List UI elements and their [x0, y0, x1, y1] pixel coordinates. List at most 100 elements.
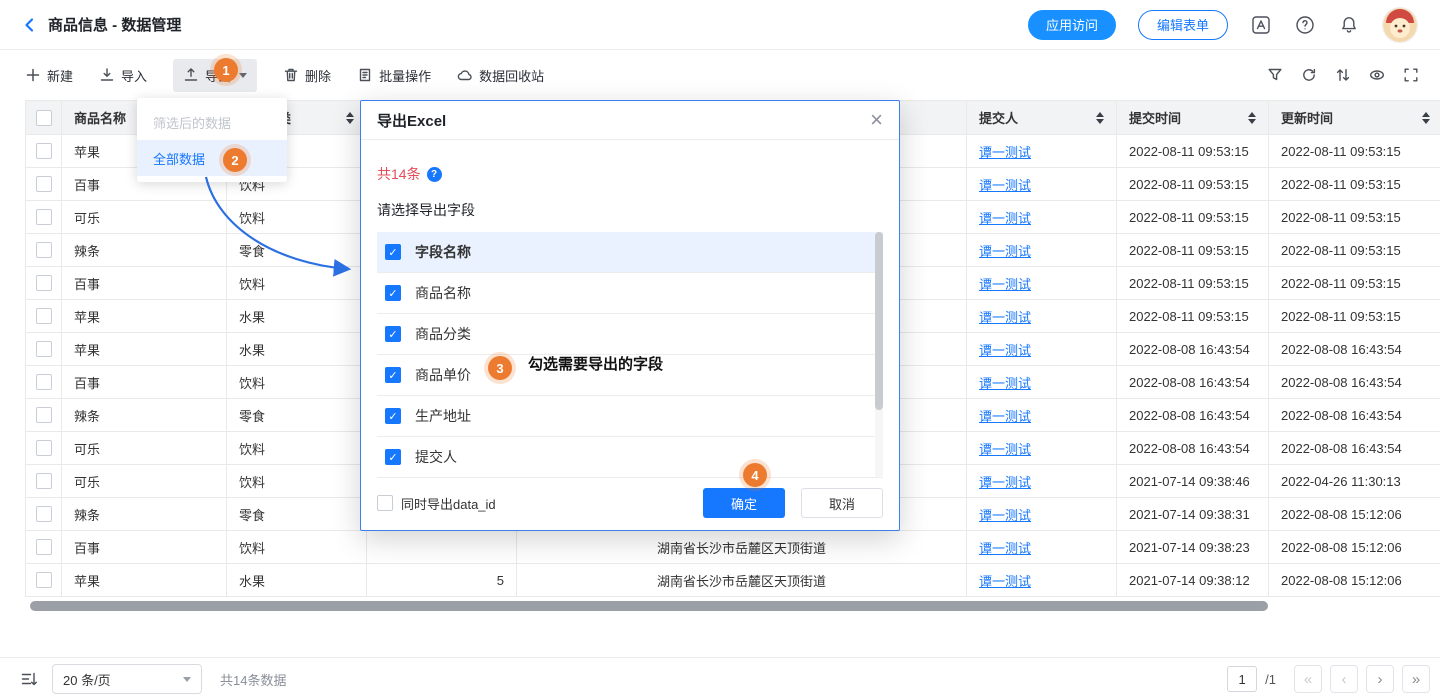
cell-update-time: 2022-08-08 16:43:54	[1269, 366, 1440, 399]
first-page-button[interactable]: «	[1294, 665, 1322, 693]
row-checkbox[interactable]	[36, 176, 52, 192]
new-button[interactable]: 新建	[25, 66, 73, 85]
user-avatar[interactable]	[1382, 7, 1418, 43]
row-checkbox[interactable]	[36, 308, 52, 324]
submitter-link[interactable]: 谭一测试	[979, 307, 1031, 326]
confirm-button[interactable]: 确定	[703, 488, 785, 518]
sort-icon[interactable]	[1414, 112, 1430, 124]
row-checkbox[interactable]	[36, 242, 52, 258]
edit-form-button[interactable]: 编辑表单	[1138, 10, 1228, 40]
checkbox-checked-icon[interactable]: ✓	[385, 285, 401, 301]
translate-icon[interactable]	[1250, 14, 1272, 36]
field-row[interactable]: ✓提交人	[377, 437, 883, 478]
eye-icon[interactable]	[1368, 66, 1386, 84]
help-circle-icon[interactable]: ?	[427, 167, 442, 182]
row-checkbox[interactable]	[36, 506, 52, 522]
row-checkbox[interactable]	[36, 275, 52, 291]
batch-operation-button[interactable]: 批量操作	[357, 66, 431, 85]
field-row[interactable]: ✓字段名称	[377, 232, 883, 273]
column-header-5[interactable]: 提交人	[967, 101, 1117, 135]
help-icon[interactable]	[1294, 14, 1316, 36]
sort-icon[interactable]	[1240, 112, 1256, 124]
row-checkbox-cell	[26, 564, 62, 597]
page-size-select[interactable]: 20 条/页	[52, 664, 202, 694]
import-label: 导入	[121, 66, 147, 85]
submitter-link[interactable]: 谭一测试	[979, 142, 1031, 161]
submitter-link[interactable]: 谭一测试	[979, 472, 1031, 491]
row-checkbox[interactable]	[36, 407, 52, 423]
submitter-link[interactable]: 谭一测试	[979, 340, 1031, 359]
submitter-link[interactable]: 谭一测试	[979, 241, 1031, 260]
submitter-link[interactable]: 谭一测试	[979, 538, 1031, 557]
app-access-button[interactable]: 应用访问	[1028, 10, 1116, 40]
batch-label: 批量操作	[379, 66, 431, 85]
submitter-link[interactable]: 谭一测试	[979, 274, 1031, 293]
import-button[interactable]: 导入	[99, 66, 147, 85]
cell-submitter: 谭一测试	[967, 201, 1117, 234]
row-checkbox[interactable]	[36, 572, 52, 588]
notification-bell-icon[interactable]	[1338, 14, 1360, 36]
row-checkbox[interactable]	[36, 341, 52, 357]
last-page-button[interactable]: »	[1402, 665, 1430, 693]
cell-submitter: 谭一测试	[967, 498, 1117, 531]
row-checkbox[interactable]	[36, 539, 52, 555]
export-modal: 导出Excel × 共14条 ? 请选择导出字段 ✓字段名称✓商品名称✓商品分类…	[360, 100, 900, 531]
cell-name: 辣条	[62, 234, 227, 267]
modal-scrollbar[interactable]	[875, 232, 883, 478]
sort-icon[interactable]	[338, 112, 354, 124]
toolbar-left: 新建 导入 导出 删除 批量操作 数据回收站	[25, 59, 544, 92]
horizontal-scrollbar[interactable]	[25, 601, 1415, 611]
submitter-link[interactable]: 谭一测试	[979, 373, 1031, 392]
close-icon[interactable]: ×	[870, 109, 883, 131]
submitter-link[interactable]: 谭一测试	[979, 175, 1031, 194]
chevron-down-icon	[183, 677, 191, 682]
row-checkbox-cell	[26, 201, 62, 234]
row-checkbox[interactable]	[36, 143, 52, 159]
sort-icon[interactable]	[1088, 112, 1104, 124]
checkbox-checked-icon[interactable]: ✓	[385, 408, 401, 424]
data-id-checkbox[interactable]	[377, 495, 393, 511]
cell-submitter: 谭一测试	[967, 267, 1117, 300]
submitter-link[interactable]: 谭一测试	[979, 208, 1031, 227]
column-header-6[interactable]: 提交时间	[1117, 101, 1269, 135]
cell-update-time: 2022-08-11 09:53:15	[1269, 168, 1440, 201]
sort-updown-icon[interactable]	[1334, 66, 1352, 84]
checkbox-checked-icon[interactable]: ✓	[385, 449, 401, 465]
select-all-checkbox[interactable]	[36, 110, 52, 126]
prev-page-button[interactable]: ‹	[1330, 665, 1358, 693]
fullscreen-icon[interactable]	[1402, 66, 1420, 84]
delete-button[interactable]: 删除	[283, 66, 331, 85]
row-checkbox[interactable]	[36, 209, 52, 225]
modal-header: 导出Excel ×	[361, 101, 899, 140]
back-button[interactable]	[22, 17, 38, 33]
export-menu-item-1[interactable]: 筛选后的数据	[137, 104, 287, 140]
horizontal-scrollbar-thumb[interactable]	[30, 601, 1268, 611]
next-page-button[interactable]: ›	[1366, 665, 1394, 693]
row-checkbox[interactable]	[36, 374, 52, 390]
field-row[interactable]: ✓商品名称	[377, 273, 883, 314]
checkbox-checked-icon[interactable]: ✓	[385, 244, 401, 260]
filter-icon[interactable]	[1266, 66, 1284, 84]
cell-update-time: 2022-08-11 09:53:15	[1269, 300, 1440, 333]
submitter-link[interactable]: 谭一测试	[979, 505, 1031, 524]
recycle-bin-button[interactable]: 数据回收站	[457, 66, 544, 85]
field-row[interactable]: ✓生产地址	[377, 396, 883, 437]
step-badge-3: 3	[488, 356, 512, 380]
checkbox-checked-icon[interactable]: ✓	[385, 326, 401, 342]
cell-submitter: 谭一测试	[967, 333, 1117, 366]
refresh-icon[interactable]	[1300, 66, 1318, 84]
checkbox-checked-icon[interactable]: ✓	[385, 367, 401, 383]
submitter-link[interactable]: 谭一测试	[979, 406, 1031, 425]
row-checkbox[interactable]	[36, 473, 52, 489]
submitter-link[interactable]: 谭一测试	[979, 439, 1031, 458]
export-menu-item-2[interactable]: 全部数据	[137, 140, 287, 176]
page-input[interactable]	[1227, 666, 1257, 692]
modal-scrollbar-thumb[interactable]	[875, 232, 883, 410]
cancel-button[interactable]: 取消	[801, 488, 883, 518]
row-checkbox[interactable]	[36, 440, 52, 456]
field-row[interactable]: ✓商品分类	[377, 314, 883, 355]
row-height-icon[interactable]	[20, 670, 38, 688]
submitter-link[interactable]: 谭一测试	[979, 571, 1031, 590]
column-header-7[interactable]: 更新时间	[1269, 101, 1440, 135]
cell-update-time: 2022-08-08 15:12:06	[1269, 531, 1440, 564]
